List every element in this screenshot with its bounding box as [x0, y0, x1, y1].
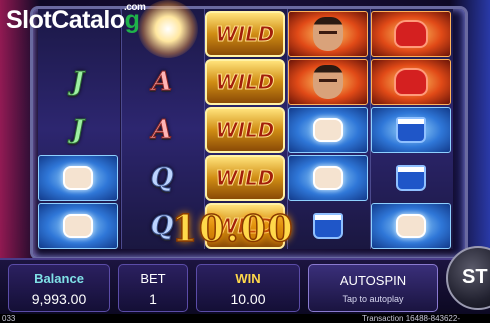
symbol-glove: [371, 11, 451, 57]
bet-panel[interactable]: BET 1: [118, 264, 188, 312]
symbol-shorts: [371, 107, 451, 153]
transaction-text: Transaction 16488-843622-: [362, 314, 460, 323]
start-label: ST: [462, 266, 488, 288]
balance-value: 9,993.00: [31, 291, 87, 307]
symbol-a: A: [151, 67, 173, 98]
boxing-glove-icon: [394, 68, 428, 96]
symbol-fighter: [288, 11, 368, 57]
reel-1: J J: [38, 9, 120, 249]
footer-bar: 033 Transaction 16488-843622-: [0, 314, 490, 323]
reel-5: [370, 9, 453, 249]
win-burst-effect: [138, 0, 198, 58]
win-panel: WIN 10.00: [196, 264, 300, 312]
slotcatalog-logo: SlotCatalog .com: [6, 2, 146, 34]
symbol-fist: [371, 203, 451, 249]
boxing-glove-icon: [394, 20, 428, 48]
symbol-j: J: [71, 67, 85, 98]
symbol-shorts: [288, 203, 368, 249]
symbol-j: J: [71, 115, 85, 146]
fist-icon: [63, 166, 93, 190]
symbol-glove: [371, 59, 451, 105]
symbol-wild: WILD: [205, 11, 285, 57]
fist-icon: [396, 214, 426, 238]
autospin-label: AUTOSPIN: [339, 273, 407, 288]
win-amount-overlay: 10.00: [171, 207, 295, 251]
symbol-wild: WILD: [205, 59, 285, 105]
fighter-icon: [313, 17, 343, 51]
fist-icon: [313, 118, 343, 142]
bet-value: 1: [149, 291, 157, 307]
fighter-icon: [313, 65, 343, 99]
shorts-icon: [396, 117, 426, 143]
bet-label: BET: [140, 271, 166, 286]
shorts-icon: [313, 213, 343, 239]
symbol-wild: WILD: [205, 107, 285, 153]
control-bar: Balance 9,993.00 BET 1 WIN 10.00 AUTOSPI…: [0, 258, 490, 318]
symbol-shorts: [371, 155, 451, 201]
symbol-fist: [38, 203, 118, 249]
footer-left-text: 033: [2, 314, 16, 323]
symbol-fist: [288, 107, 368, 153]
symbol-a: A: [151, 115, 173, 146]
autospin-hint: Tap to autoplay: [342, 294, 404, 304]
win-label: WIN: [235, 271, 261, 286]
symbol-fighter: [288, 59, 368, 105]
symbol-fist: [288, 155, 368, 201]
win-value: 10.00: [230, 291, 266, 307]
reel-4: [287, 9, 370, 249]
balance-label: Balance: [34, 271, 84, 286]
fist-icon: [63, 214, 93, 238]
balance-panel: Balance 9,993.00: [8, 264, 110, 312]
shorts-icon: [396, 165, 426, 191]
symbol-q: Q: [150, 163, 174, 194]
symbol-wild: WILD: [205, 155, 285, 201]
fist-icon: [313, 166, 343, 190]
symbol-fist: [38, 155, 118, 201]
autospin-button[interactable]: AUTOSPIN Tap to autoplay: [308, 264, 438, 312]
